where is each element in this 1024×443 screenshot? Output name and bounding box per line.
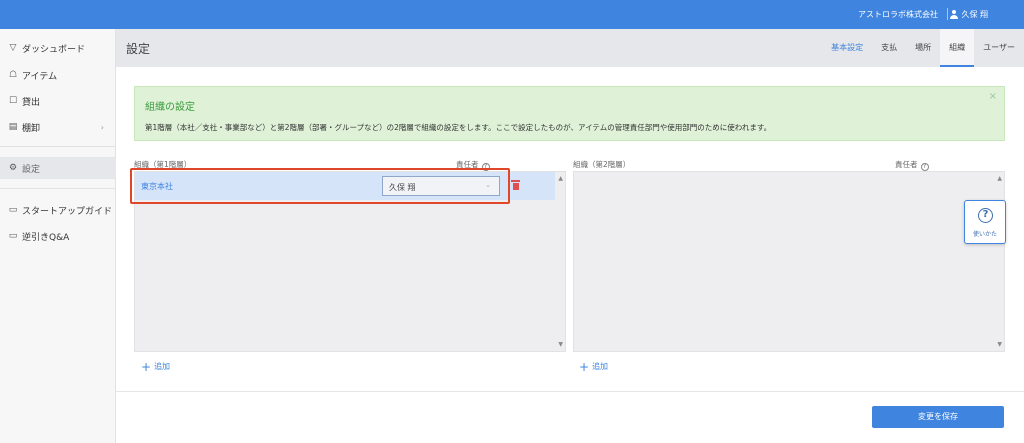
main-content: 組織の設定 第1階層（本社／支社・事業部など）と第2階層（部署・グループなど）の… <box>116 67 1024 443</box>
inventory-icon: ▤ <box>8 122 18 132</box>
top-bar: アストロラボ株式会社 久保 翔 <box>0 0 1024 29</box>
sidebar-item-items[interactable]: ☖ アイテム <box>0 64 116 86</box>
sidebar-item-settings[interactable]: ⚙ 設定 <box>0 157 116 179</box>
org-level2-list[interactable]: ▲ ▼ <box>573 171 1005 352</box>
org-level2-label: 組織（第2階層） <box>573 160 631 169</box>
org-name[interactable]: 東京本社 <box>141 181 173 192</box>
chevron-right-icon: › <box>100 122 104 132</box>
org-level1-label: 組織（第1階層） <box>134 160 192 169</box>
manager-select-value: 久保 翔 <box>389 183 416 192</box>
manager-label-text: 責任者 <box>456 160 479 169</box>
manager-label: 責任者? <box>895 159 929 171</box>
info-notice: 組織の設定 第1階層（本社／支社・事業部など）と第2階層（部署・グループなど）の… <box>134 86 1005 141</box>
user-name: 久保 翔 <box>961 10 988 19</box>
add-org-level2-button[interactable]: + 追加 <box>579 359 609 374</box>
sidebar-item-dashboard[interactable]: ▽ ダッシュボード <box>0 37 116 59</box>
notice-title: 組織の設定 <box>145 102 195 113</box>
scroll-down-icon[interactable]: ▼ <box>997 341 1002 348</box>
org-level1-list[interactable]: 東京本社 久保 翔 ⌄ ▲ ▼ <box>134 171 566 352</box>
sidebar-item-label: 逆引きQ&A <box>22 232 70 243</box>
plus-icon: + <box>141 359 152 374</box>
plus-icon: + <box>579 359 590 374</box>
lend-icon: ☐ <box>8 96 18 106</box>
sidebar-item-label: スタートアップガイド <box>22 206 113 217</box>
tab-users[interactable]: ユーザー <box>974 29 1024 67</box>
trash-icon[interactable] <box>511 179 520 191</box>
sidebar-item-label: アイテム <box>22 71 58 82</box>
table-row[interactable]: 東京本社 久保 翔 ⌄ <box>135 172 555 200</box>
question-icon: ? <box>978 208 993 223</box>
scroll-up-icon[interactable]: ▲ <box>997 175 1002 182</box>
sidebar-item-faq[interactable]: ▭ 逆引きQ&A <box>0 225 116 247</box>
close-icon[interactable]: × <box>989 91 997 102</box>
tab-payment[interactable]: 支払 <box>872 29 906 67</box>
items-icon: ☖ <box>8 70 18 80</box>
settings-tabs: 基本設定 支払 場所 組織 ユーザー <box>822 29 1024 67</box>
page-header: 設定 基本設定 支払 場所 組織 ユーザー <box>116 29 1024 67</box>
sidebar-item-lend[interactable]: ☐ 貸出 <box>0 90 116 112</box>
tab-organization[interactable]: 組織 <box>940 29 975 67</box>
help-widget[interactable]: ? 使いかた <box>964 200 1006 244</box>
add-org-level1-button[interactable]: + 追加 <box>141 359 171 374</box>
company-name[interactable]: アストロラボ株式会社 <box>858 9 938 20</box>
help-icon[interactable]: ? <box>481 163 490 171</box>
topbar-separator <box>947 8 948 20</box>
gear-icon: ⚙ <box>8 163 18 173</box>
footer-divider <box>116 391 1024 392</box>
tab-basic-settings[interactable]: 基本設定 <box>822 29 872 67</box>
sidebar-item-label: 設定 <box>22 164 41 175</box>
sidebar-item-startup-guide[interactable]: ▭ スタートアップガイド <box>0 199 116 221</box>
save-button[interactable]: 変更を保存 <box>872 406 1004 428</box>
sidebar-item-label: 貸出 <box>22 97 41 108</box>
chevron-down-icon: ⌄ <box>485 181 491 189</box>
dashboard-icon: ▽ <box>9 43 17 53</box>
scroll-up-icon[interactable]: ▲ <box>558 175 563 182</box>
book-icon: ▭ <box>8 205 18 215</box>
manager-label-text: 責任者 <box>895 160 918 169</box>
sidebar-item-label: ダッシュボード <box>22 44 86 55</box>
add-label: 追加 <box>592 362 609 371</box>
help-widget-label: 使いかた <box>972 231 997 238</box>
sidebar: ▽ ダッシュボード ☖ アイテム ☐ 貸出 ▤ 棚卸 › ⚙ 設定 ▭ スタート… <box>0 29 116 443</box>
sidebar-divider <box>0 146 116 147</box>
sidebar-item-inventory[interactable]: ▤ 棚卸 › <box>0 116 116 138</box>
page-title: 設定 <box>126 42 151 56</box>
notice-body: 第1階層（本社／支社・事業部など）と第2階層（部署・グループなど）の2階層で組織… <box>145 123 772 132</box>
add-label: 追加 <box>154 362 171 371</box>
manager-select[interactable]: 久保 翔 ⌄ <box>382 176 500 196</box>
manager-label: 責任者? <box>456 159 490 171</box>
book-icon: ▭ <box>8 231 18 241</box>
help-icon[interactable]: ? <box>920 163 929 171</box>
user-menu[interactable]: 久保 翔 <box>949 9 988 20</box>
scroll-down-icon[interactable]: ▼ <box>558 341 563 348</box>
tab-location[interactable]: 場所 <box>906 29 940 67</box>
sidebar-divider <box>0 188 116 189</box>
sidebar-item-label: 棚卸 <box>22 123 41 134</box>
user-icon <box>949 10 958 19</box>
